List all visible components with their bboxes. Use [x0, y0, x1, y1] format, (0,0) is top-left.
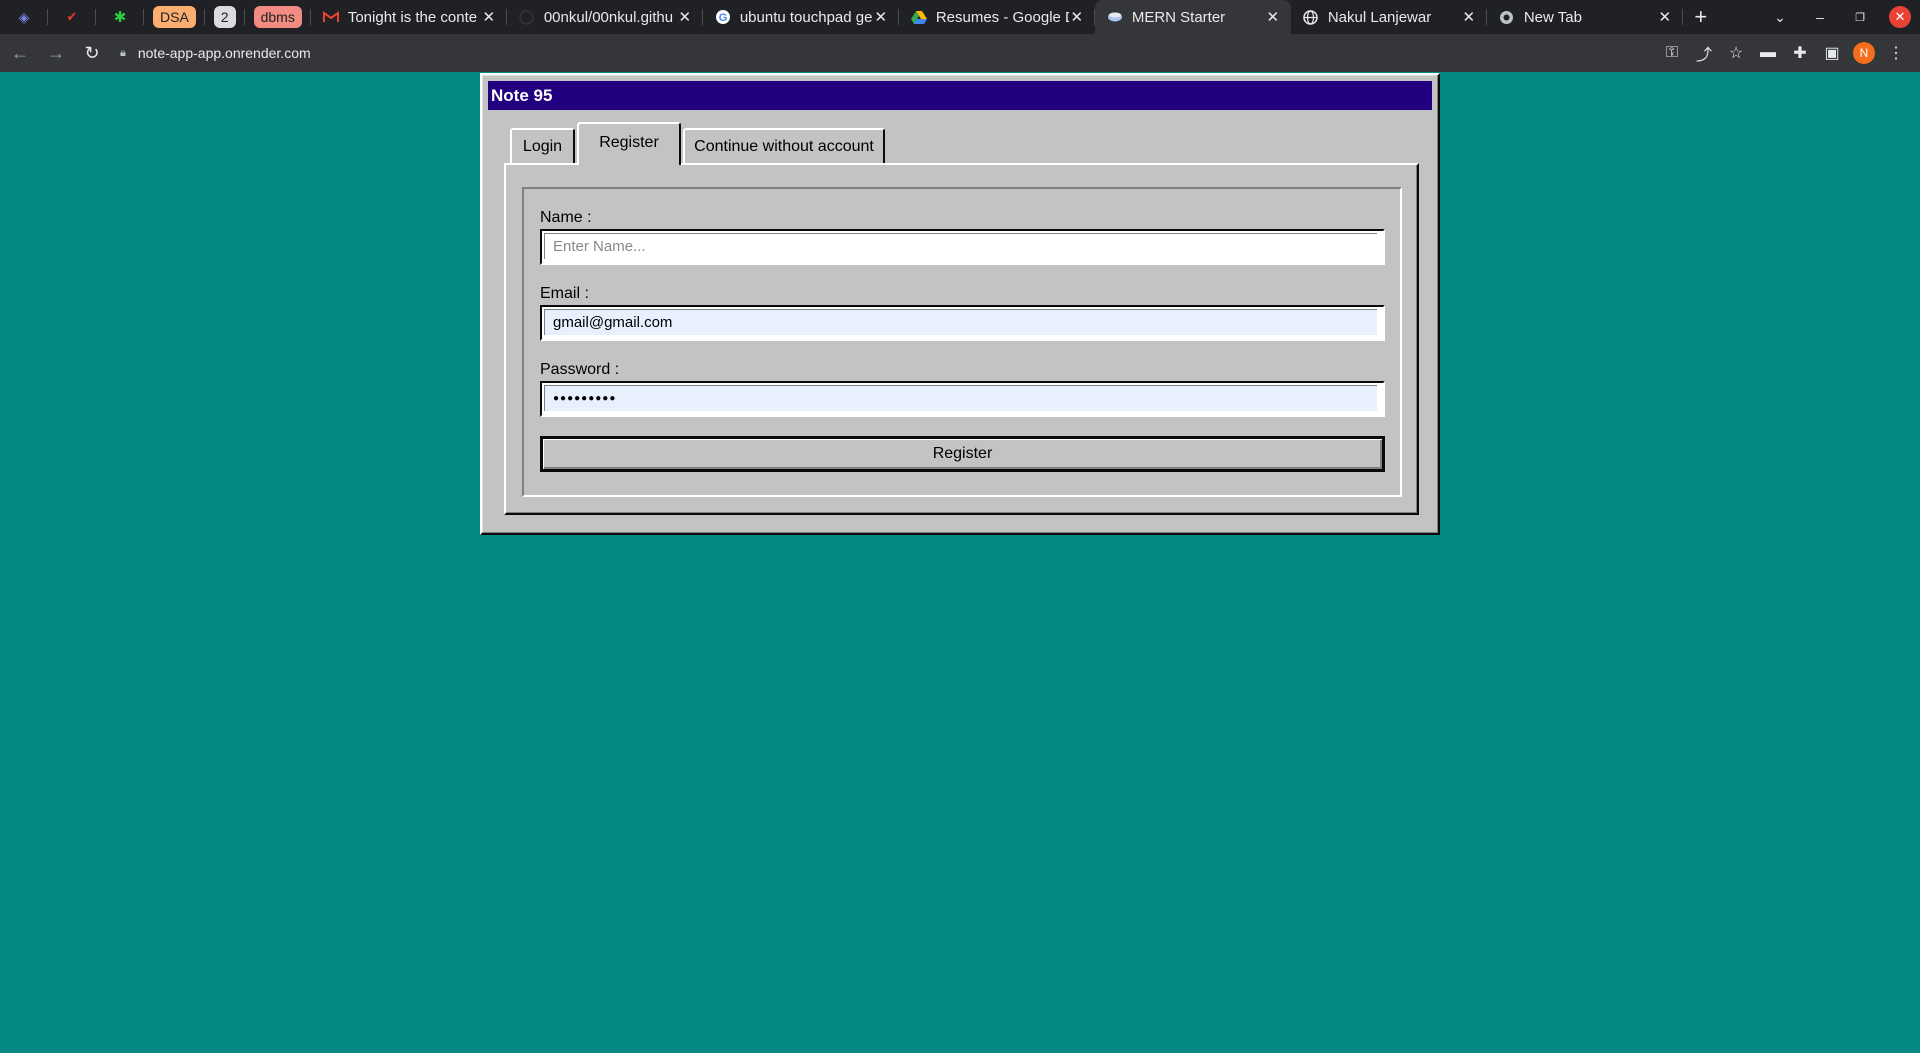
tab-group-label: 2 [213, 6, 236, 28]
tab-title: Resumes - Google D [935, 8, 1069, 26]
restore-icon[interactable]: ❐ [1840, 11, 1880, 24]
lock-icon: 🔒︎ [120, 46, 126, 59]
close-icon[interactable]: ✕ [1461, 8, 1477, 26]
google-icon: G [715, 9, 731, 25]
react-icon [1107, 9, 1123, 25]
close-window-icon[interactable]: ✕ [1889, 6, 1911, 28]
pinned-tab-icon: ✱ [113, 9, 127, 26]
browser-tab-gmail[interactable]: Tonight is the conte ✕ [311, 0, 507, 34]
tab-title: Nakul Lanjewar [1327, 8, 1432, 26]
tab-title: New Tab [1523, 8, 1582, 26]
tab-group-dsa[interactable]: DSA [144, 0, 205, 34]
email-field-frame [540, 305, 1385, 341]
chrome-icon [1499, 9, 1515, 25]
tab-panel: Name : Email : Password : Register [504, 163, 1419, 515]
tab-title: Tonight is the conte [347, 8, 478, 26]
tab-search-icon[interactable]: ⌄ [1760, 9, 1800, 26]
tab-group-2[interactable]: 2 [205, 0, 245, 34]
tab-continue-without-account[interactable]: Continue without account [683, 128, 885, 164]
share-icon[interactable]: ⤴ [1688, 41, 1720, 65]
name-field-frame [540, 229, 1385, 265]
pinned-tab-1[interactable]: ◈ [0, 0, 48, 34]
tab-title: 00nkul/00nkul.githu [543, 8, 674, 26]
email-input[interactable] [544, 309, 1377, 335]
tab-group-label: dbms [253, 6, 302, 28]
tab-guest-label: Continue without account [694, 138, 874, 155]
password-input[interactable] [544, 385, 1377, 411]
side-panel-icon[interactable]: ▣ [1816, 43, 1848, 63]
gmail-icon [322, 9, 339, 25]
browser-tab-new-tab[interactable]: New Tab ✕ [1487, 0, 1683, 34]
pinned-tab-icon: ✔ [66, 9, 78, 24]
browser-toolbar: ← → ↻ 🔒︎ note-app-app.onrender.com ⚿ ⤴ ☆… [0, 34, 1920, 72]
tab-title: MERN Starter [1131, 8, 1226, 26]
svg-text:G: G [719, 12, 728, 24]
browser-tab-mern-starter[interactable]: MERN Starter ✕ [1094, 0, 1291, 34]
back-icon[interactable]: ← [4, 43, 36, 64]
tab-title: ubuntu touchpad ge [739, 8, 873, 26]
new-tab-button[interactable]: + [1683, 4, 1719, 30]
close-icon[interactable]: ✕ [1265, 8, 1281, 26]
tab-group-label: DSA [153, 6, 196, 28]
note95-window: Note 95 Login Register Continue without … [480, 73, 1440, 535]
address-bar[interactable]: 🔒︎ note-app-app.onrender.com [120, 39, 311, 67]
minimize-icon[interactable]: – [1800, 9, 1840, 25]
register-button[interactable]: Register [540, 436, 1385, 472]
tab-group-dbms[interactable]: dbms [245, 0, 312, 34]
browser-tab-google-search[interactable]: G ubuntu touchpad ge ✕ [703, 0, 899, 34]
pinned-tab-3[interactable]: ✱ [96, 0, 144, 34]
browser-tab-nakul-lanjewar[interactable]: Nakul Lanjewar ✕ [1291, 0, 1487, 34]
email-label: Email : [540, 285, 589, 302]
app-title: Note 95 [491, 85, 553, 105]
globe-icon [1303, 9, 1319, 25]
puzzle-icon[interactable]: ✚ [1784, 43, 1816, 63]
close-icon[interactable]: ✕ [481, 8, 497, 26]
github-icon [519, 9, 535, 25]
tab-login[interactable]: Login [510, 128, 575, 164]
password-field-frame [540, 381, 1385, 417]
password-label: Password : [540, 361, 620, 378]
avatar[interactable]: N [1853, 42, 1875, 64]
name-input[interactable] [544, 233, 1377, 259]
key-icon[interactable]: ⚿ [1656, 44, 1688, 62]
close-icon[interactable]: ✕ [1657, 8, 1673, 26]
forward-icon[interactable]: → [40, 43, 72, 64]
close-icon[interactable]: ✕ [1069, 8, 1085, 26]
register-form: Name : Email : Password : Register [522, 187, 1402, 497]
menu-icon[interactable]: ⋮ [1880, 43, 1912, 63]
toolbar-actions: ⚿ ⤴ ☆ ▬ ✚ ▣ N ⋮ [1656, 34, 1912, 72]
name-label: Name : [540, 209, 592, 226]
extension-icon[interactable]: ▬ [1752, 44, 1784, 62]
google-drive-icon [910, 9, 927, 25]
pinned-tab-icon: ◈ [18, 8, 30, 25]
pinned-tab-2[interactable]: ✔ [48, 0, 96, 34]
star-icon[interactable]: ☆ [1720, 43, 1752, 63]
window-controls: ⌄ – ❐ ✕ [1760, 0, 1920, 34]
browser-tab-google-drive[interactable]: Resumes - Google D ✕ [899, 0, 1095, 34]
tab-register-label: Register [599, 134, 659, 151]
window-titlebar: Note 95 [488, 81, 1432, 110]
browser-tab-strip: ◈ ✔ ✱ DSA 2 dbms Tonight is the conte ✕ … [0, 0, 1920, 34]
tab-login-label: Login [522, 138, 563, 155]
close-icon[interactable]: ✕ [677, 8, 693, 26]
close-icon[interactable]: ✕ [873, 8, 889, 26]
reload-icon[interactable]: ↻ [76, 43, 108, 64]
browser-tab-github[interactable]: 00nkul/00nkul.githu ✕ [507, 0, 703, 34]
url-text: note-app-app.onrender.com [137, 45, 311, 61]
tab-register[interactable]: Register [577, 122, 681, 165]
